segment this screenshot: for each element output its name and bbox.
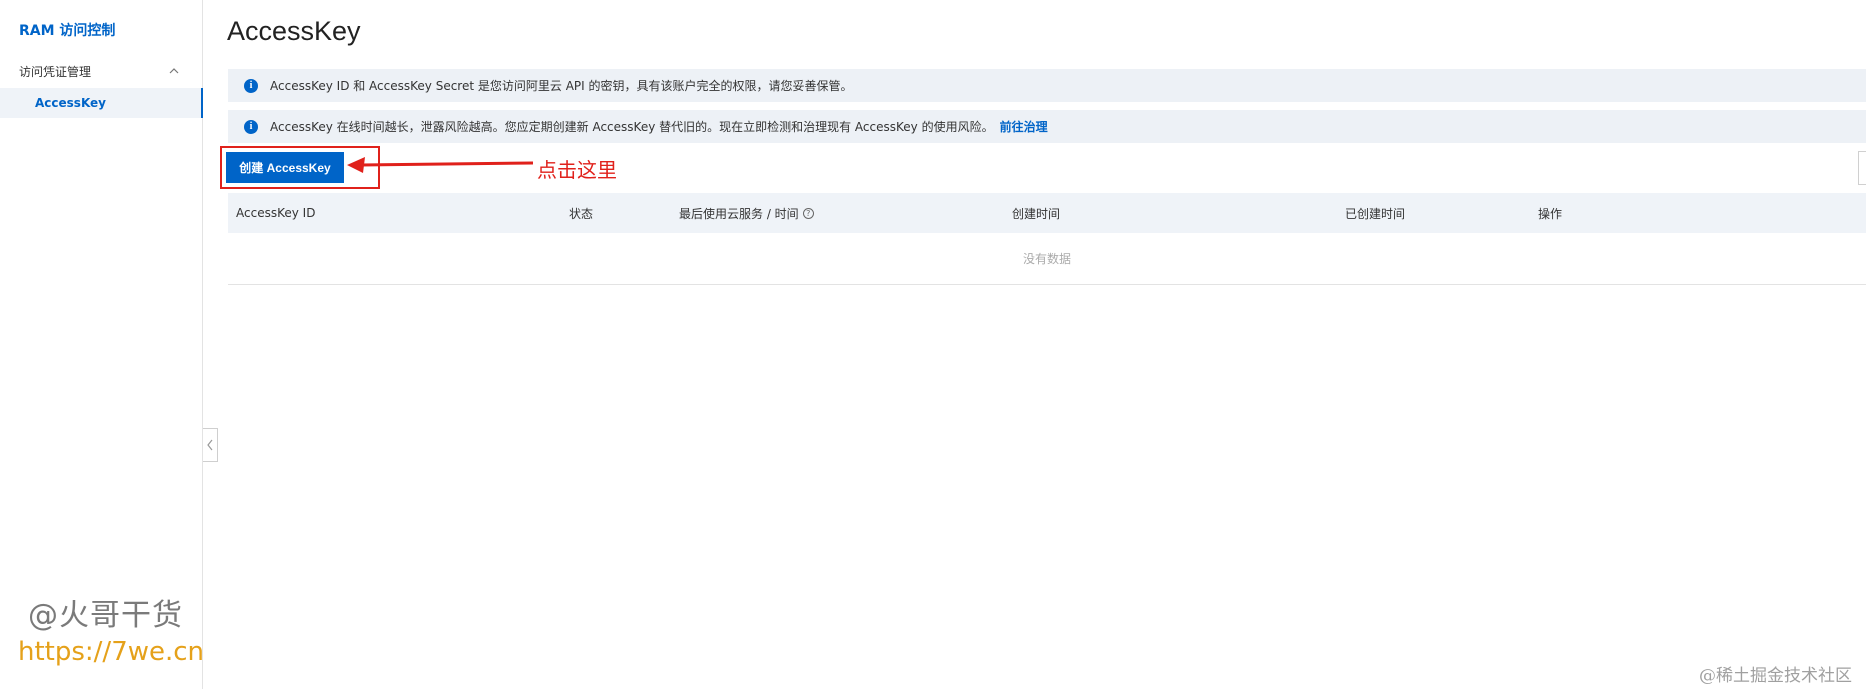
footer-watermark: @稀土掘金技术社区 bbox=[1699, 666, 1852, 686]
create-accesskey-button[interactable]: 创建 AccessKey bbox=[226, 152, 344, 183]
info-icon: i bbox=[244, 119, 258, 134]
sidebar-group-access-credentials[interactable]: 访问凭证管理 bbox=[0, 58, 202, 84]
info-notice: i AccessKey ID 和 AccessKey Secret 是您访问阿里… bbox=[228, 69, 1866, 102]
chevron-up-icon bbox=[169, 68, 179, 74]
toolbar-control-partial[interactable] bbox=[1858, 151, 1866, 185]
column-header-last-used[interactable]: 最后使用云服务 / 时间 ? bbox=[679, 193, 814, 233]
sidebar: RAM 访问控制 访问凭证管理 AccessKey @火哥干货 https://… bbox=[0, 0, 205, 689]
sidebar-collapse-button[interactable] bbox=[203, 428, 218, 462]
table-header: AccessKey ID 状态 最后使用云服务 / 时间 ? 创建时间 已创建时… bbox=[228, 193, 1866, 233]
info-icon: i bbox=[244, 78, 258, 93]
govern-link[interactable]: 前往治理 bbox=[1000, 118, 1048, 135]
annotation-text: 点击这里 bbox=[537, 158, 617, 182]
table-empty-row: 没有数据 bbox=[228, 233, 1866, 285]
notice-text: AccessKey ID 和 AccessKey Secret 是您访问阿里云 … bbox=[270, 79, 853, 93]
column-header: 操作 bbox=[1538, 206, 1563, 221]
column-header: 状态 bbox=[569, 206, 594, 221]
notice-text: AccessKey 在线时间越长，泄露风险越高。您应定期创建新 AccessKe… bbox=[270, 120, 994, 134]
chevron-left-icon bbox=[207, 439, 213, 451]
sidebar-group-label: 访问凭证管理 bbox=[19, 64, 92, 79]
sidebar-item-label: AccessKey bbox=[35, 96, 106, 110]
empty-text: 没有数据 bbox=[1022, 252, 1071, 266]
sidebar-brand[interactable]: RAM 访问控制 bbox=[19, 20, 115, 40]
column-header: 创建时间 bbox=[1012, 206, 1061, 221]
column-header: AccessKey ID bbox=[236, 206, 316, 220]
risk-notice: i AccessKey 在线时间越长，泄露风险越高。您应定期创建新 Access… bbox=[228, 110, 1866, 143]
sidebar-item-accesskey[interactable]: AccessKey bbox=[0, 88, 203, 118]
watermark-name: @火哥干货 bbox=[28, 598, 183, 633]
watermark-url: https://7we.cn bbox=[18, 637, 205, 667]
annotation-arrow-icon bbox=[347, 157, 534, 173]
column-header-label: 最后使用云服务 / 时间 bbox=[679, 206, 799, 221]
page-title: AccessKey bbox=[227, 16, 361, 46]
column-header: 已创建时间 bbox=[1345, 206, 1406, 221]
help-icon[interactable]: ? bbox=[802, 207, 814, 219]
